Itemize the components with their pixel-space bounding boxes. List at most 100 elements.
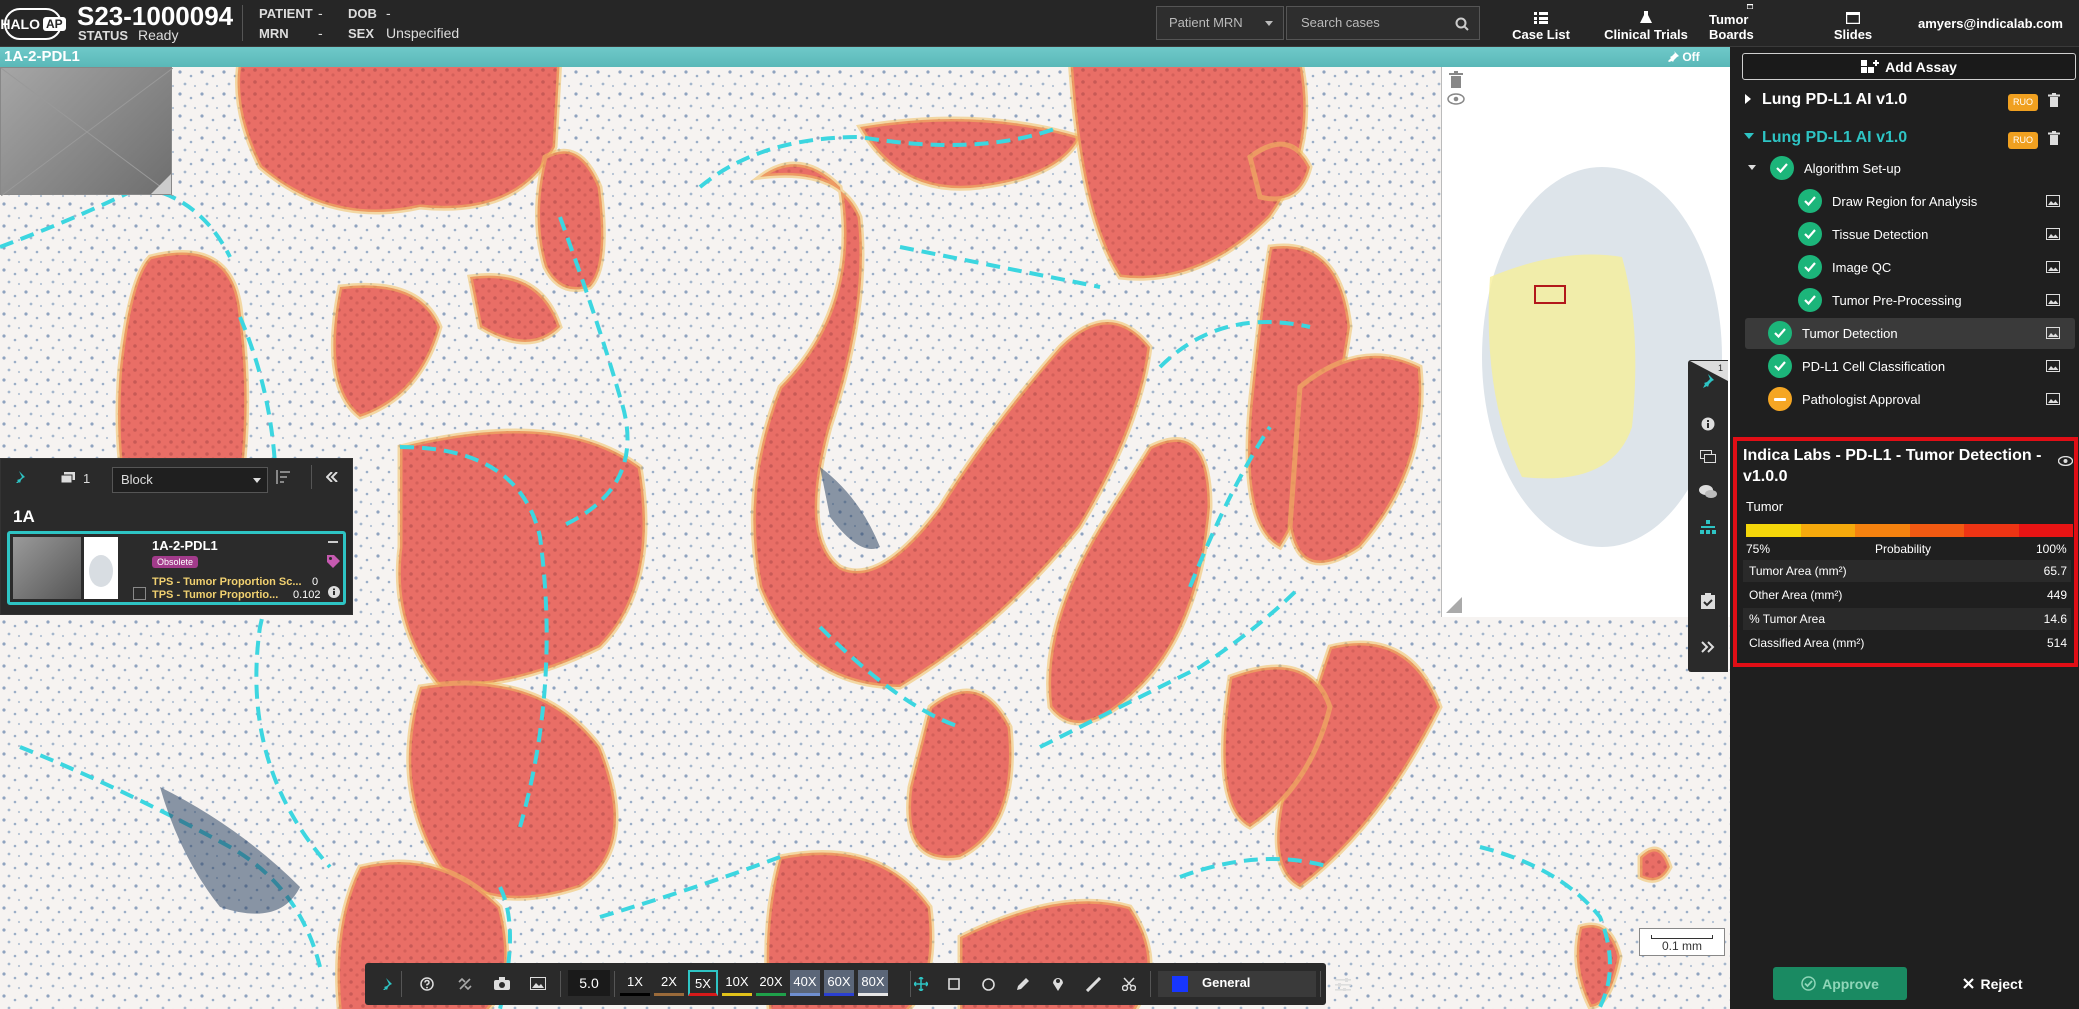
nav-slides[interactable]: Slides (1834, 4, 1872, 42)
collapse-arrow-icon[interactable] (1744, 133, 1754, 139)
class-name: Tumor (1746, 499, 1784, 514)
screens-icon[interactable] (1700, 450, 1716, 464)
slide-checkbox[interactable] (133, 587, 146, 600)
step-group-label[interactable]: Algorithm Set-up (1804, 161, 1901, 176)
info-icon[interactable] (1701, 417, 1715, 431)
image-icon[interactable] (530, 977, 546, 990)
minus-icon[interactable] (328, 541, 338, 543)
zoom-input[interactable]: 5.0 (568, 970, 610, 996)
slide-card[interactable]: 1A-2-PDL1 Obsolete TPS - Tumor Proportio… (7, 531, 346, 605)
eye-icon[interactable] (1447, 93, 1465, 105)
search-scope-select[interactable]: Patient MRN (1156, 6, 1284, 40)
reject-button[interactable]: Reject (1948, 967, 2038, 1000)
result-label: Other Area (mm²) (1749, 588, 1843, 602)
search-scope-value: Patient MRN (1169, 15, 1243, 30)
image-icon[interactable] (2046, 228, 2060, 240)
hierarchy-icon[interactable] (1700, 520, 1716, 534)
slide-name: 1A-2-PDL1 (4, 48, 80, 65)
ruler-icon[interactable] (1086, 977, 1101, 992)
ellipse-tool-icon[interactable] (982, 978, 995, 991)
ruo-badge: RUO (2008, 132, 2038, 149)
camera-icon[interactable] (494, 977, 510, 990)
search-input[interactable]: Search cases (1286, 6, 1480, 40)
mrn-value: - (318, 25, 323, 41)
pin-icon[interactable] (1701, 374, 1715, 388)
slide-label-image (84, 537, 118, 599)
slide-card-name: 1A-2-PDL1 (152, 538, 218, 553)
clipboard-icon[interactable] (1701, 593, 1715, 609)
settings-sliders-icon[interactable] (1335, 978, 1351, 991)
image-icon[interactable] (2046, 294, 2060, 306)
step-label[interactable]: Pathologist Approval (1802, 392, 1921, 407)
trash-icon[interactable] (1448, 71, 1464, 89)
step-label[interactable]: PD-L1 Cell Classification (1802, 359, 1945, 374)
search-icon[interactable] (1455, 17, 1469, 31)
pencil-icon[interactable] (1016, 977, 1030, 991)
metric-value: 0 (312, 576, 319, 588)
overlay-toggle[interactable]: Off (1668, 47, 1700, 67)
pin-icon[interactable] (13, 471, 25, 483)
selected-step-highlight (1745, 318, 2075, 349)
zoom-60x-button[interactable]: 60X (824, 970, 854, 996)
add-assay-button[interactable]: Add Assay (1742, 53, 2076, 80)
approve-button[interactable]: Approve (1773, 967, 1907, 1000)
check-circle-icon (1768, 321, 1792, 345)
image-icon[interactable] (2046, 327, 2060, 339)
step-label[interactable]: Tissue Detection (1832, 227, 1928, 242)
image-icon[interactable] (2046, 195, 2060, 207)
probability-segment (1964, 524, 2019, 537)
class-color-swatch (1172, 976, 1188, 992)
result-label: Tumor Area (mm²) (1749, 564, 1847, 578)
divider (242, 5, 243, 41)
zoom-10x-button[interactable]: 10X (722, 970, 752, 996)
info-icon[interactable] (328, 586, 340, 598)
tag-icon[interactable] (327, 555, 340, 568)
image-icon[interactable] (2046, 393, 2060, 405)
image-icon[interactable] (2046, 360, 2060, 372)
zoom-40x-button[interactable]: 40X (790, 970, 820, 996)
image-icon[interactable] (2046, 261, 2060, 273)
zoom-1x-button[interactable]: 1X (620, 970, 650, 996)
assay-title[interactable]: Lung PD-L1 AI v1.0 (1762, 91, 1907, 109)
slide-label-thumbnail[interactable] (0, 67, 174, 197)
marker-icon[interactable] (1052, 976, 1064, 991)
scissors-icon[interactable] (1122, 977, 1136, 991)
step-label[interactable]: Tumor Pre-Processing (1832, 293, 1962, 308)
step-label[interactable]: Tumor Detection (1802, 326, 1898, 341)
help-icon[interactable] (420, 977, 434, 991)
expand-arrow-icon[interactable] (1745, 94, 1751, 104)
rectangle-tool-icon[interactable] (948, 978, 960, 990)
unlink-icon[interactable] (458, 977, 472, 991)
double-chevron-right-icon[interactable] (1701, 641, 1715, 653)
scale-bar: 0.1 mm (1639, 928, 1725, 956)
overlay-toggle-label: Off (1682, 50, 1700, 64)
collapse-icon[interactable] (326, 472, 338, 482)
approve-label: Approve (1822, 975, 1879, 992)
step-label[interactable]: Image QC (1832, 260, 1891, 275)
trash-icon[interactable] (2048, 93, 2060, 107)
divider (401, 971, 402, 997)
sort-icon[interactable] (276, 470, 290, 484)
zoom-80x-button[interactable]: 80X (858, 970, 888, 996)
pin-icon[interactable] (380, 978, 392, 990)
nav-tumor-boards[interactable]: Tumor Boards (1709, 4, 1791, 42)
assay-title[interactable]: Lung PD-L1 AI v1.0 (1762, 129, 1907, 147)
trash-icon[interactable] (2048, 131, 2060, 145)
nav-clinical-trials[interactable]: Clinical Trials (1604, 4, 1688, 42)
move-icon[interactable] (914, 977, 928, 991)
group-by-select[interactable]: Block (112, 467, 268, 493)
annotation-class-select[interactable]: General (1158, 971, 1316, 997)
zoom-2x-button[interactable]: 2X (654, 970, 684, 996)
halo-ap-logo[interactable]: HALO AP (0, 8, 66, 40)
zoom-20x-button[interactable]: 20X (756, 970, 786, 996)
nav-case-list[interactable]: Case List (1510, 4, 1572, 42)
zoom-5x-button[interactable]: 5X (688, 970, 718, 996)
check-circle-icon (1801, 976, 1816, 991)
eye-icon[interactable] (2058, 456, 2073, 466)
step-label[interactable]: Draw Region for Analysis (1832, 194, 1977, 209)
comments-icon[interactable] (1699, 485, 1717, 499)
collapse-arrow-icon[interactable] (1748, 165, 1756, 170)
divider (311, 465, 312, 489)
nav-label: Case List (1512, 27, 1570, 42)
user-menu[interactable]: amyers@indicalab.com (1918, 16, 2063, 31)
